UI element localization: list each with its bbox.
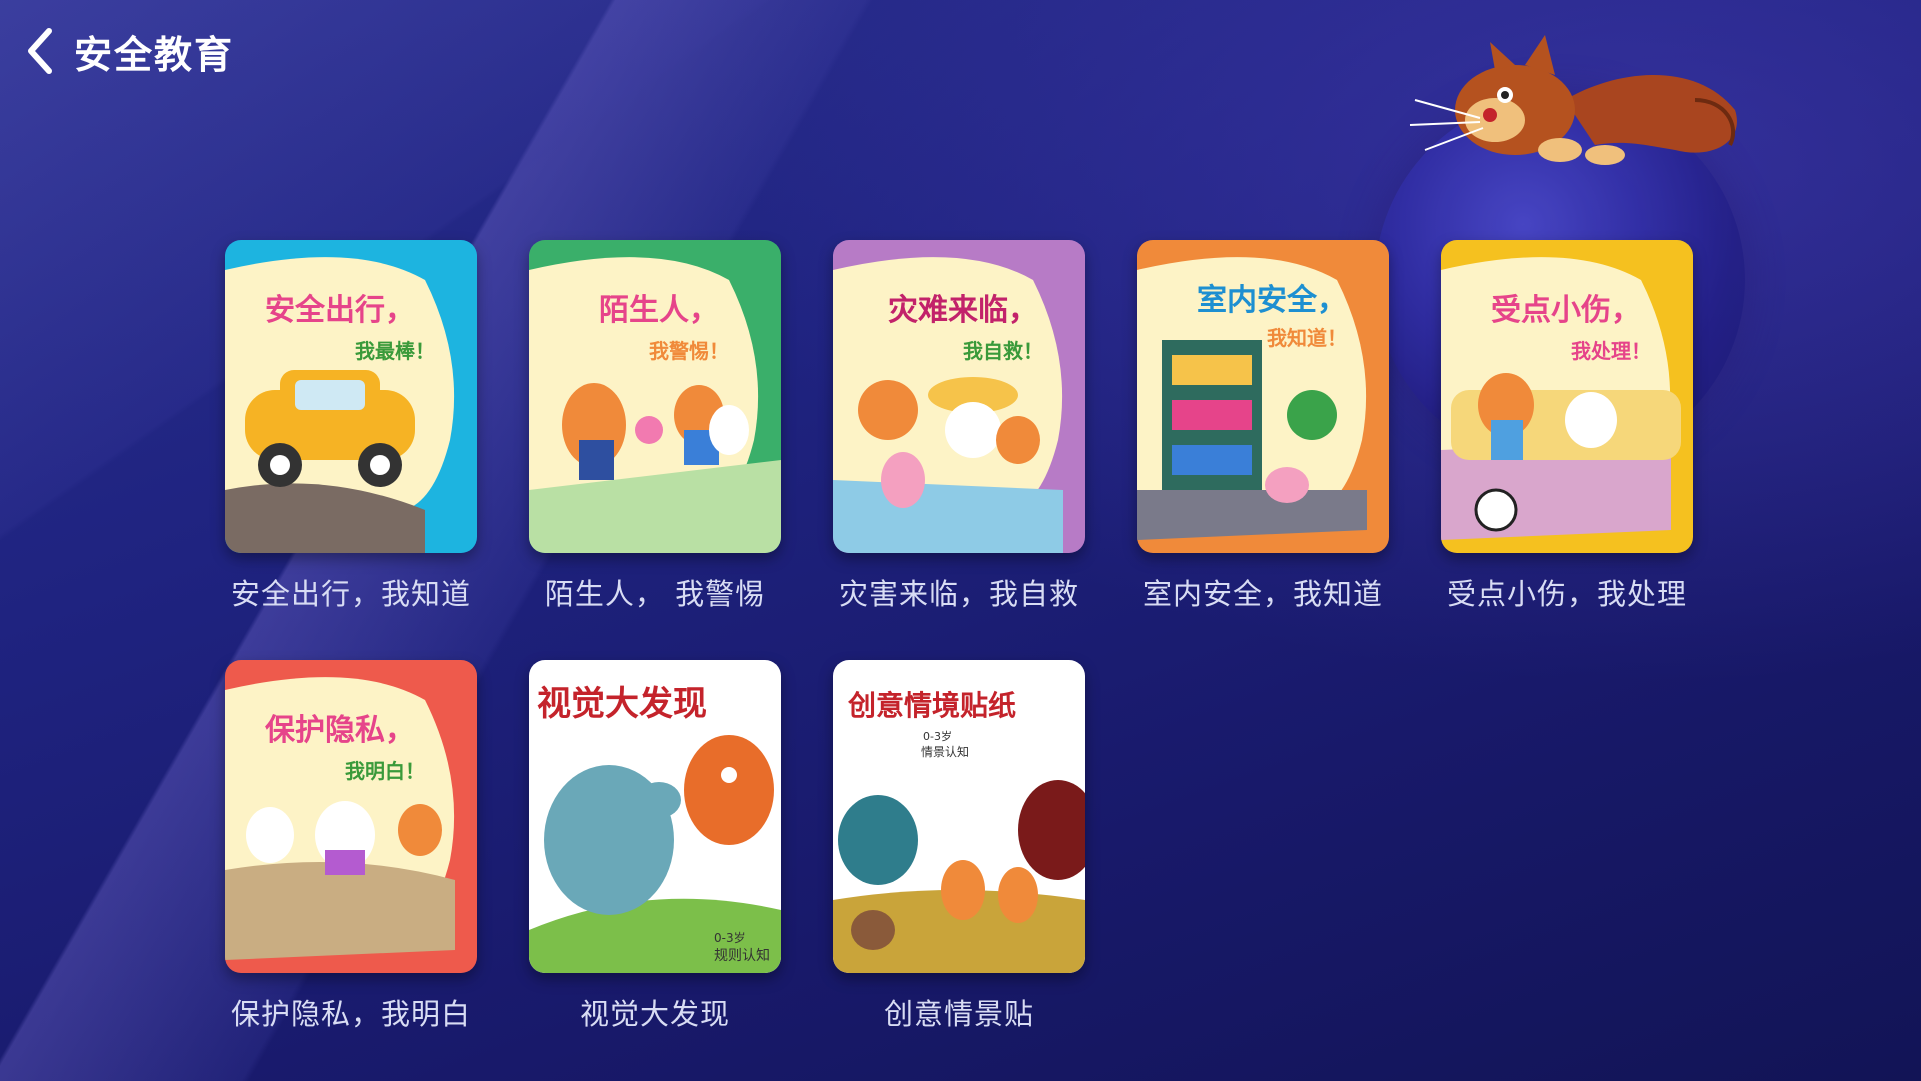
book-cover[interactable]: 陌生人， 我警惕！ xyxy=(529,240,781,553)
cover-title: 安全出行， xyxy=(265,293,415,328)
back-button[interactable] xyxy=(20,23,60,79)
book-cover[interactable]: 创意情境贴纸 0-3岁 情景认知 xyxy=(833,660,1085,973)
cover-subtitle: 我自救！ xyxy=(963,339,1043,363)
cover-title: 视觉大发现 xyxy=(537,684,707,724)
book-card[interactable]: 安全出行， 我最棒！ 安全出行，我知道 xyxy=(225,240,477,613)
book-label[interactable]: 创意情景贴 xyxy=(833,991,1085,1033)
book-label[interactable]: 视觉大发现 xyxy=(529,991,781,1033)
book-cover[interactable]: 室内安全， 我知道！ xyxy=(1137,240,1389,553)
book-label[interactable]: 受点小伤，我处理 xyxy=(1441,571,1693,613)
book-card[interactable]: 保护隐私， 我明白！ 保护隐私，我明白 xyxy=(225,660,477,1033)
cover-title: 保护隐私， xyxy=(265,713,415,748)
cover-tag: 0-3岁 xyxy=(714,930,746,945)
book-cover[interactable]: 视觉大发现 0-3岁 规则认知 xyxy=(529,660,781,973)
cover-title: 灾难来临， xyxy=(888,293,1038,328)
chevron-left-icon xyxy=(28,28,52,74)
cover-title: 受点小伤， xyxy=(1491,293,1641,328)
cover-title: 陌生人， xyxy=(599,293,719,328)
book-label[interactable]: 灾害来临，我自救 xyxy=(833,571,1085,613)
cover-subtitle: 我知道！ xyxy=(1267,326,1347,350)
book-card[interactable]: 灾难来临， 我自救！ 灾害来临，我自救 xyxy=(833,240,1085,613)
cover-title: 室内安全， xyxy=(1197,283,1347,318)
squirrel-mascot xyxy=(1409,35,1737,165)
book-label[interactable]: 陌生人， 我警惕 xyxy=(529,571,781,613)
cover-tag: 0-3岁 xyxy=(923,729,952,743)
book-cover[interactable]: 安全出行， 我最棒！ xyxy=(225,240,477,553)
book-label[interactable]: 安全出行，我知道 xyxy=(225,571,477,613)
header: 安全教育 xyxy=(20,20,234,82)
book-label[interactable]: 保护隐私，我明白 xyxy=(225,991,477,1033)
cover-subtitle: 情景认知 xyxy=(921,745,969,759)
cover-subtitle: 规则认知 xyxy=(714,947,770,964)
book-card[interactable]: 视觉大发现 0-3岁 规则认知 视觉大发现 xyxy=(529,660,781,1033)
book-card[interactable]: 陌生人， 我警惕！ 陌生人， 我警惕 xyxy=(529,240,781,613)
book-card[interactable]: 创意情境贴纸 0-3岁 情景认知 创意情景贴 xyxy=(833,660,1085,1033)
book-card[interactable]: 室内安全， 我知道！ 室内安全，我知道 xyxy=(1137,240,1389,613)
book-cover[interactable]: 保护隐私， 我明白！ xyxy=(225,660,477,973)
book-label[interactable]: 室内安全，我知道 xyxy=(1137,571,1389,613)
book-cover[interactable]: 灾难来临， 我自救！ xyxy=(833,240,1085,553)
cover-subtitle: 我最棒！ xyxy=(355,339,435,363)
book-card[interactable]: 受点小伤， 我处理！ 受点小伤，我处理 xyxy=(1441,240,1693,613)
page-title: 安全教育 xyxy=(74,32,235,77)
cover-subtitle: 我明白！ xyxy=(345,759,425,783)
cover-subtitle: 我警惕！ xyxy=(649,339,729,363)
cover-title: 创意情境贴纸 xyxy=(847,689,1016,722)
book-cover[interactable]: 受点小伤， 我处理！ xyxy=(1441,240,1693,553)
cover-subtitle: 我处理！ xyxy=(1571,339,1651,363)
